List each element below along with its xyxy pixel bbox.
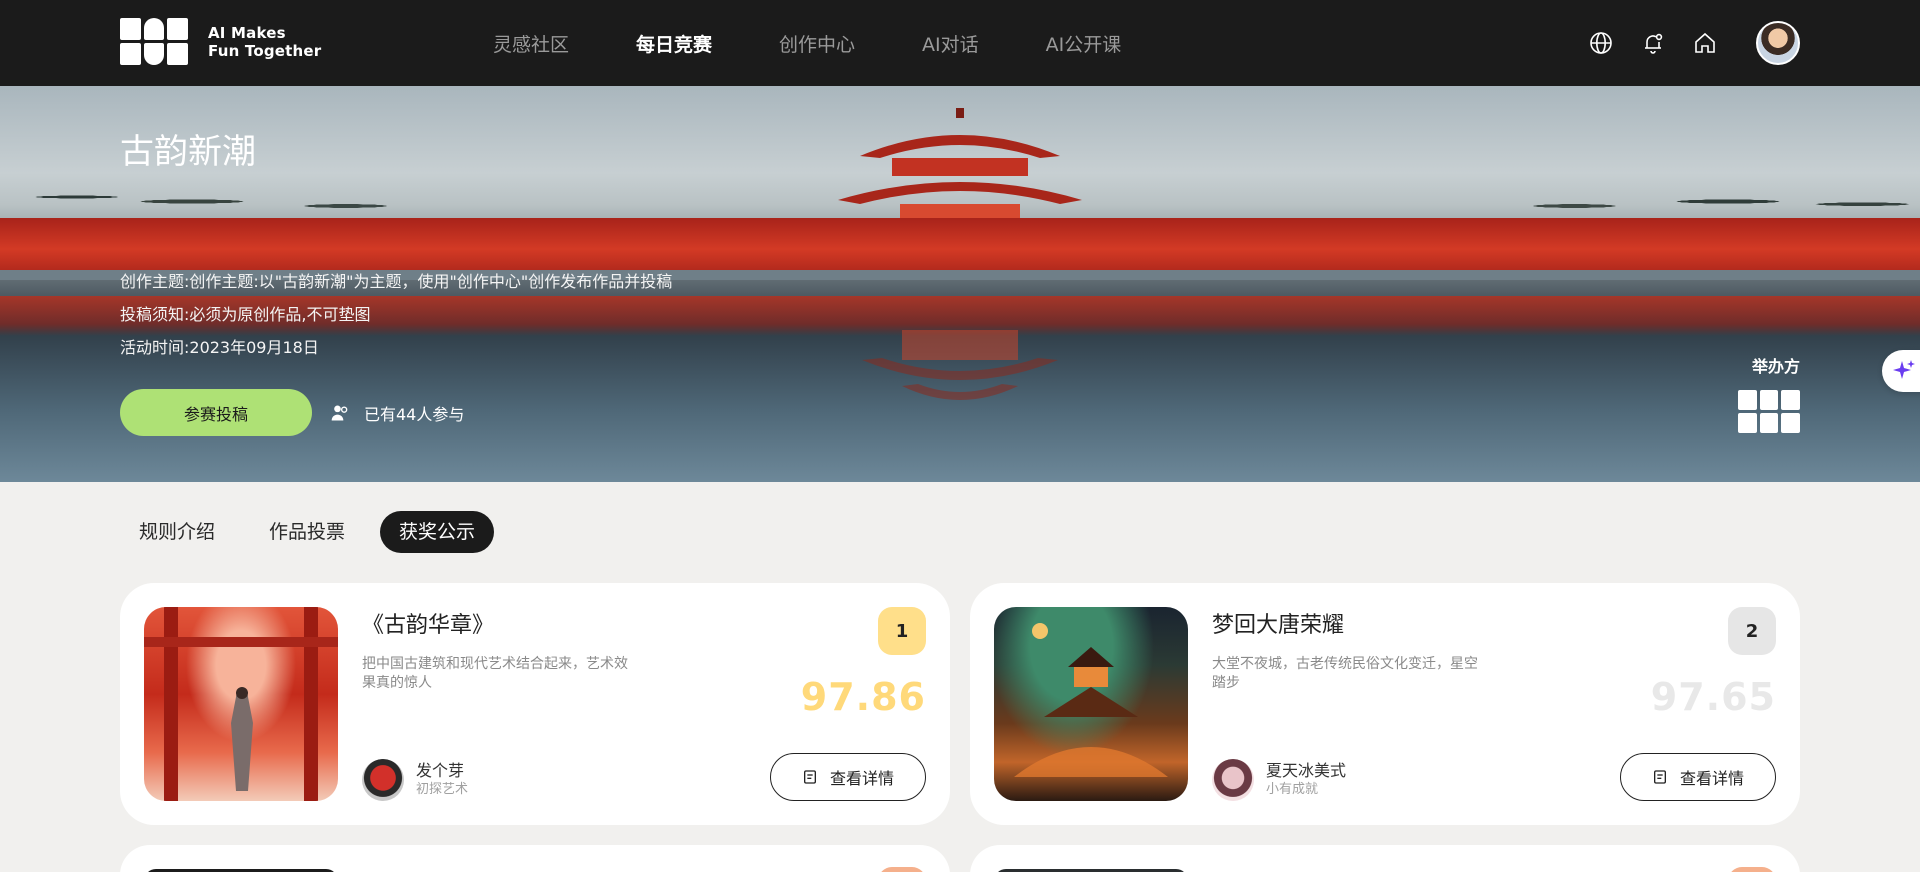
artwork-thumbnail[interactable] — [144, 607, 338, 801]
brand-slogan: AI Makes Fun Together — [208, 24, 321, 60]
award-card[interactable]: 《古韵华章》 把中国古建筑和现代艺术结合起来，艺术效果真的惊人 1 97.86 … — [120, 583, 950, 825]
participant-count-text: 已有44人参与 — [364, 404, 465, 424]
rank-badge: 1 — [878, 607, 926, 655]
contest-tabs: 规则介绍 作品投票 获奖公示 — [120, 511, 510, 553]
brand-slogan-line2: Fun Together — [208, 41, 322, 60]
contest-info: 创作主题:创作主题:以"古韵新潮"为主题，使用"创作中心"创作发布作品并投稿 投… — [120, 270, 672, 369]
author-level: 小有成就 — [1266, 782, 1319, 797]
rank-badge — [1728, 867, 1776, 872]
author-info[interactable]: 夏天冰美式 小有成就 — [1212, 759, 1346, 801]
brand-slogan-line1: AI Makes — [208, 23, 286, 42]
view-details-label: 查看详情 — [1679, 769, 1744, 788]
view-details-button[interactable]: 查看详情 — [1620, 753, 1776, 801]
nav-item-daily-contest[interactable]: 每日竞赛 — [636, 30, 712, 57]
contest-hero-banner: 古韵新潮 创作主题:创作主题:以"古韵新潮"为主题，使用"创作中心"创作发布作品… — [0, 86, 1920, 482]
view-details-button[interactable]: 查看详情 — [770, 753, 926, 801]
contest-time: 活动时间:2023年09月18日 — [120, 338, 319, 357]
bell-icon[interactable] — [1640, 30, 1666, 56]
organizer-logo — [1738, 390, 1800, 433]
rank-badge — [878, 867, 926, 872]
hero-red-wall — [0, 218, 1920, 270]
globe-icon[interactable] — [1588, 30, 1614, 56]
pagoda-reflection — [862, 330, 1058, 400]
artwork-description: 把中国古建筑和现代艺术结合起来，艺术效果真的惊人 — [362, 656, 628, 691]
artwork-title: 《古韵华章》 — [362, 613, 495, 638]
tab-awards[interactable]: 获奖公示 — [380, 511, 495, 553]
participant-count: 已有44人参与 — [330, 389, 464, 436]
author-avatar[interactable] — [1212, 759, 1254, 801]
award-card-partial[interactable] — [120, 845, 950, 872]
author-info[interactable]: 发个芽 初探艺术 — [362, 759, 468, 801]
user-avatar[interactable] — [1756, 21, 1800, 65]
author-name[interactable]: 发个芽 — [416, 761, 468, 781]
tab-voting[interactable]: 作品投票 — [250, 511, 364, 553]
home-icon[interactable] — [1692, 30, 1718, 56]
award-card-partial[interactable] — [970, 845, 1800, 872]
nav-item-ai-course[interactable]: AI公开课 — [1046, 30, 1122, 57]
document-icon — [1653, 770, 1666, 784]
rank-badge: 2 — [1728, 607, 1776, 655]
sparkle-icon — [1893, 360, 1915, 379]
brand-logo[interactable]: AI Makes Fun Together — [120, 18, 321, 65]
nav-item-creation-center[interactable]: 创作中心 — [779, 30, 855, 57]
artwork-score: 97.65 — [1650, 675, 1776, 719]
author-name[interactable]: 夏天冰美式 — [1266, 761, 1346, 781]
view-details-label: 查看详情 — [829, 769, 894, 788]
artwork-thumbnail[interactable] — [994, 607, 1188, 801]
tab-rules[interactable]: 规则介绍 — [120, 511, 234, 553]
contest-title: 古韵新潮 — [120, 132, 256, 172]
ai-assistant-float-button[interactable] — [1882, 350, 1920, 392]
organizer-label: 举办方 — [1751, 357, 1800, 376]
contest-theme: 创作主题:创作主题:以"古韵新潮"为主题，使用"创作中心"创作发布作品并投稿 — [120, 272, 673, 291]
nav-item-ai-chat[interactable]: AI对话 — [922, 30, 979, 57]
author-avatar[interactable] — [362, 759, 404, 801]
artwork-title: 梦回大唐荣耀 — [1212, 613, 1345, 638]
top-nav-bar: AI Makes Fun Together 灵感社区 每日竞赛 创作中心 AI对… — [0, 0, 1920, 86]
nav-item-inspiration[interactable]: 灵感社区 — [493, 30, 569, 57]
join-contest-button[interactable]: 参赛投稿 — [120, 389, 312, 436]
artwork-description: 大堂不夜城，古老传统民俗文化变迁，星空踏步 — [1212, 656, 1478, 691]
nav-actions — [1562, 0, 1800, 86]
users-icon — [331, 405, 348, 420]
main-nav: 灵感社区 每日竞赛 创作中心 AI对话 AI公开课 — [493, 0, 1188, 86]
author-level: 初探艺术 — [416, 782, 469, 797]
contest-rules: 投稿须知:必须为原创作品,不可垫图 — [120, 305, 371, 324]
artwork-score: 97.86 — [800, 675, 926, 719]
award-card[interactable]: 梦回大唐荣耀 大堂不夜城，古老传统民俗文化变迁，星空踏步 2 97.65 夏天冰… — [970, 583, 1800, 825]
document-icon — [803, 770, 816, 784]
logo-mark-icon — [120, 18, 188, 65]
